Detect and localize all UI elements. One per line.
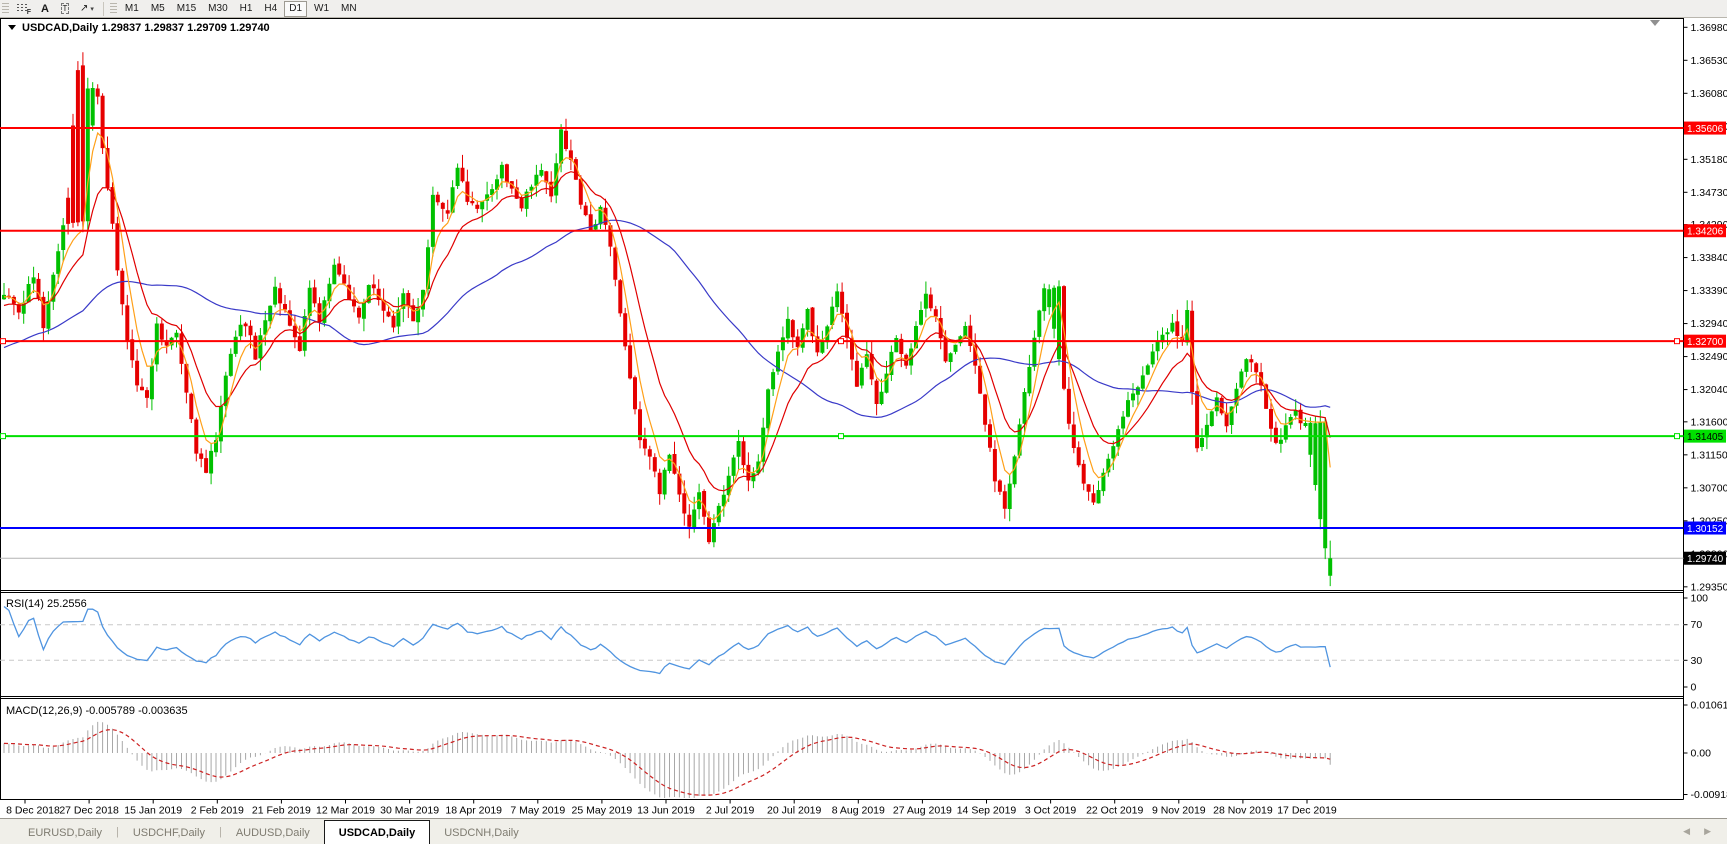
svg-text:-0.009181: -0.009181 xyxy=(1691,789,1727,801)
svg-text:1.34730: 1.34730 xyxy=(1691,187,1727,199)
timeframe-button-d1[interactable]: D1 xyxy=(284,1,307,17)
svg-text:1.30152: 1.30152 xyxy=(1687,524,1724,535)
chart-canvas[interactable]: 1.369801.365301.360801.356301.351801.347… xyxy=(0,18,1727,818)
chart-tab-bar: EURUSD,Daily|USDCHF,Daily|AUDUSD,DailyUS… xyxy=(0,818,1727,844)
chevron-down-icon: ▾ xyxy=(90,5,94,13)
chart-tabs: EURUSD,Daily|USDCHF,Daily|AUDUSD,DailyUS… xyxy=(0,819,533,844)
tab-scroll-right-icon[interactable]: ▶ xyxy=(1704,826,1711,837)
svg-text:3 Oct 2019: 3 Oct 2019 xyxy=(1025,805,1077,817)
svg-text:1.34206: 1.34206 xyxy=(1687,227,1724,238)
svg-text:1.29740: 1.29740 xyxy=(1687,554,1724,565)
svg-text:0.00: 0.00 xyxy=(1691,748,1712,760)
svg-text:1.32700: 1.32700 xyxy=(1687,337,1724,348)
text-tool-button[interactable]: A xyxy=(35,1,55,17)
svg-text:21 Feb 2019: 21 Feb 2019 xyxy=(252,805,311,817)
timeframe-button-m1[interactable]: M1 xyxy=(120,1,144,17)
timeframe-button-h4[interactable]: H4 xyxy=(259,1,282,17)
svg-text:7 May 2019: 7 May 2019 xyxy=(510,805,565,817)
svg-text:70: 70 xyxy=(1691,619,1703,631)
svg-text:1.31600: 1.31600 xyxy=(1691,416,1727,428)
svg-text:27 Aug 2019: 27 Aug 2019 xyxy=(893,805,952,817)
timeframe-toolbar: M1M5M15M30H1H4D1W1MN xyxy=(120,1,362,17)
fibonacci-icon: F xyxy=(17,3,30,14)
arrows-tool-button[interactable]: ↗ ▾ xyxy=(75,1,99,17)
timeframe-button-mn[interactable]: MN xyxy=(336,1,362,17)
chart-tab-usdchf[interactable]: USDCHF,Daily xyxy=(119,822,219,844)
svg-text:1.32040: 1.32040 xyxy=(1691,384,1727,396)
svg-text:1.33390: 1.33390 xyxy=(1691,285,1727,297)
svg-text:15 Jan 2019: 15 Jan 2019 xyxy=(124,805,182,817)
svg-text:12 Mar 2019: 12 Mar 2019 xyxy=(316,805,375,817)
svg-text:0.010615: 0.010615 xyxy=(1691,699,1727,711)
svg-text:1.32940: 1.32940 xyxy=(1691,318,1727,330)
toolbar-drag-handle[interactable] xyxy=(2,3,9,15)
toolbar: F A T ↗ ▾ M1M5M15M30H1H4D1W1MN xyxy=(0,0,1727,18)
svg-text:28 Nov 2019: 28 Nov 2019 xyxy=(1213,805,1273,817)
chart-title: USDCAD,Daily 1.29837 1.29837 1.29709 1.2… xyxy=(8,22,270,34)
svg-text:1.33840: 1.33840 xyxy=(1691,252,1727,264)
timeframe-button-m5[interactable]: M5 xyxy=(146,1,170,17)
svg-text:9 Nov 2019: 9 Nov 2019 xyxy=(1152,805,1206,817)
svg-text:22 Oct 2019: 22 Oct 2019 xyxy=(1086,805,1143,817)
toolbar-separator xyxy=(103,2,104,16)
svg-text:30: 30 xyxy=(1691,655,1703,667)
svg-text:13 Jun 2019: 13 Jun 2019 xyxy=(637,805,695,817)
svg-text:25 May 2019: 25 May 2019 xyxy=(572,805,633,817)
arrows-icon: ↗ xyxy=(80,3,88,14)
svg-text:1.36080: 1.36080 xyxy=(1691,88,1727,100)
svg-text:1.32490: 1.32490 xyxy=(1691,351,1727,363)
svg-text:8 Aug 2019: 8 Aug 2019 xyxy=(832,805,885,817)
timeframe-button-m30[interactable]: M30 xyxy=(203,1,232,17)
svg-text:1.30700: 1.30700 xyxy=(1691,482,1727,494)
svg-text:2 Jul 2019: 2 Jul 2019 xyxy=(706,805,755,817)
text-icon: A xyxy=(41,3,49,15)
svg-text:1.35180: 1.35180 xyxy=(1691,154,1727,166)
tab-scroll-left-icon[interactable]: ◀ xyxy=(1683,826,1690,837)
svg-text:USDCAD,Daily 1.29837 1.29837: USDCAD,Daily 1.29837 1.29837 1.29709 1.2… xyxy=(22,22,270,34)
svg-text:18 Apr 2019: 18 Apr 2019 xyxy=(445,805,502,817)
fibonacci-tool-button[interactable]: F xyxy=(12,1,35,17)
chart-area[interactable]: 1.369801.365301.360801.356301.351801.347… xyxy=(0,18,1727,818)
chart-tab-audusd[interactable]: AUDUSD,Daily xyxy=(222,822,324,844)
rsi-label: RSI(14) 25.2556 xyxy=(6,598,87,610)
current-price-tag: 1.29740 xyxy=(1684,552,1726,566)
chart-tab-eurusd[interactable]: EURUSD,Daily xyxy=(14,822,116,844)
label-tool-button[interactable]: T xyxy=(55,1,75,17)
chart-tab-usdcad[interactable]: USDCAD,Daily xyxy=(324,820,430,844)
svg-text:1.35606: 1.35606 xyxy=(1687,124,1724,135)
svg-text:14 Sep 2019: 14 Sep 2019 xyxy=(957,805,1017,817)
mt4-window: F A T ↗ ▾ M1M5M15M30H1H4D1W1MN 1.36980 1.… xyxy=(0,0,1727,844)
macd-label: MACD(12,26,9) -0.005789 -0.003635 xyxy=(6,705,188,717)
toolbar-drag-handle-2[interactable] xyxy=(110,3,117,15)
chart-tab-usdcnh[interactable]: USDCNH,Daily xyxy=(430,822,533,844)
svg-text:17 Dec 2019: 17 Dec 2019 xyxy=(1277,805,1337,817)
label-icon: T xyxy=(61,3,70,14)
svg-text:30 Mar 2019: 30 Mar 2019 xyxy=(380,805,439,817)
svg-text:100: 100 xyxy=(1691,593,1709,605)
svg-text:8 Dec 2018: 8 Dec 2018 xyxy=(6,805,60,817)
svg-text:1.36530: 1.36530 xyxy=(1691,55,1727,67)
timeframe-button-m15[interactable]: M15 xyxy=(172,1,201,17)
svg-text:2 Feb 2019: 2 Feb 2019 xyxy=(191,805,244,817)
tab-scroll-arrows: ◀ ▶ xyxy=(1683,819,1727,844)
svg-text:1.31150: 1.31150 xyxy=(1691,449,1727,461)
timeframe-button-w1[interactable]: W1 xyxy=(309,1,334,17)
svg-text:20 Jul 2019: 20 Jul 2019 xyxy=(767,805,821,817)
svg-text:0: 0 xyxy=(1691,682,1697,694)
svg-text:1.31405: 1.31405 xyxy=(1687,432,1724,443)
svg-text:27 Dec 2018: 27 Dec 2018 xyxy=(59,805,119,817)
svg-text:1.36980: 1.36980 xyxy=(1691,22,1727,34)
timeframe-button-h1[interactable]: H1 xyxy=(235,1,258,17)
